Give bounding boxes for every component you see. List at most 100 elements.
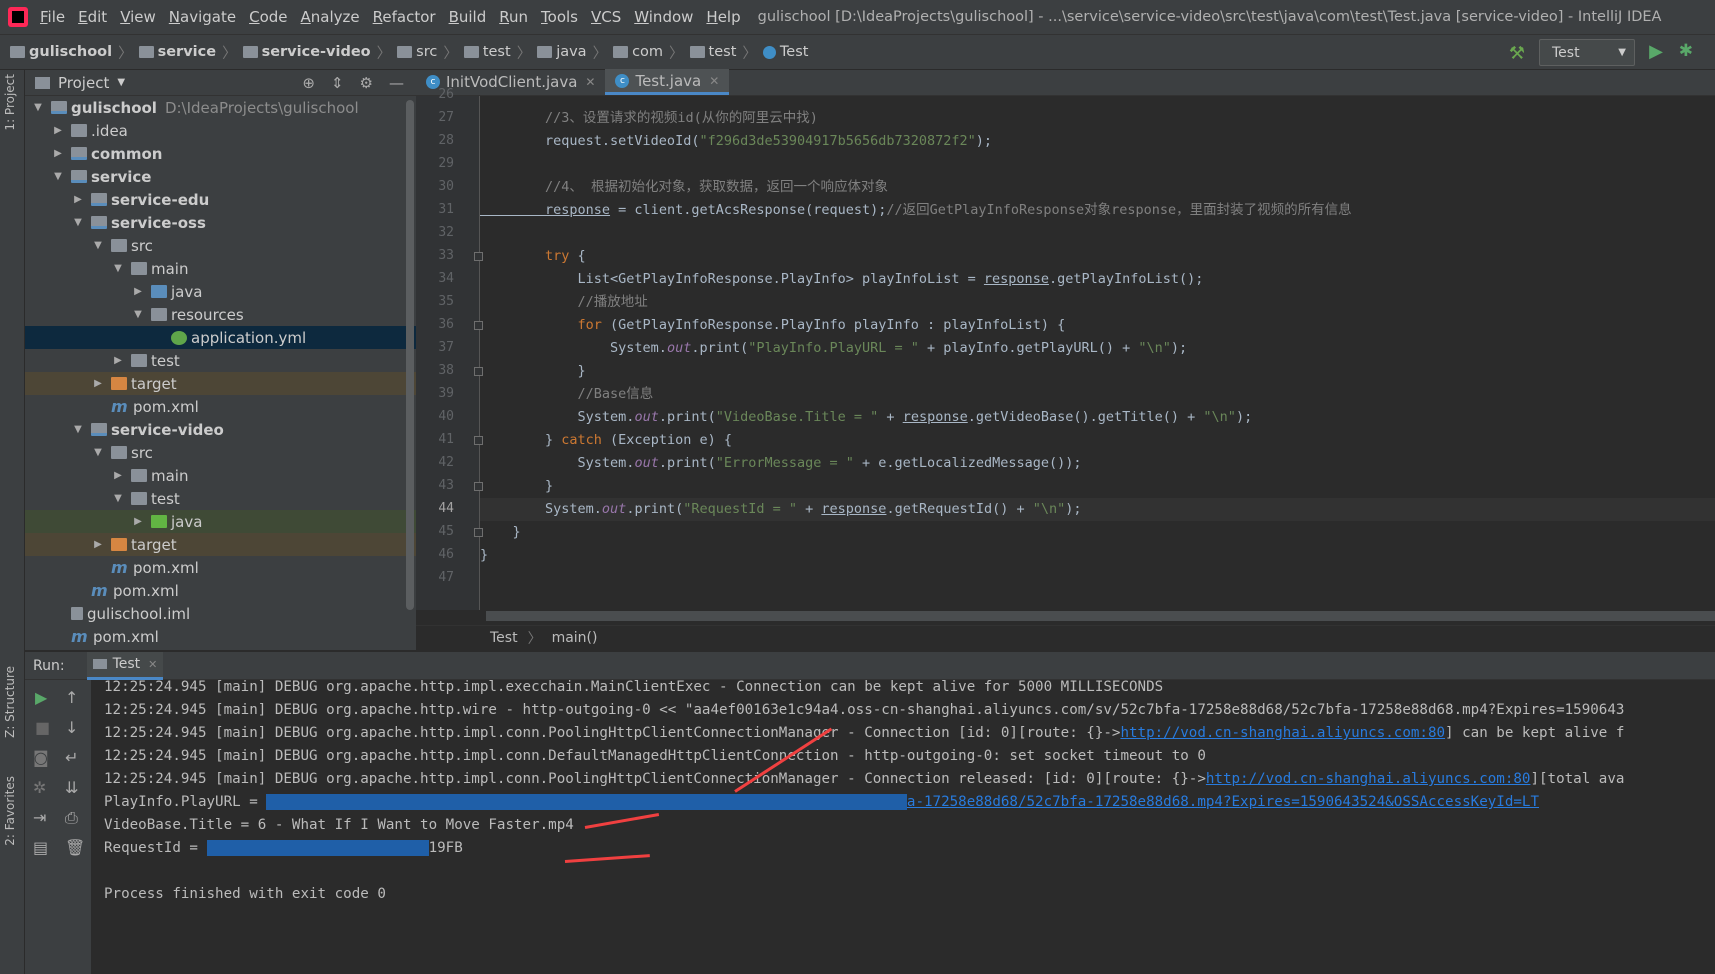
tree-item[interactable]: ▶ common xyxy=(25,142,416,165)
locate-target-icon[interactable]: ⊕ xyxy=(302,74,315,92)
code-line[interactable]: System.out.print("VideoBase.Title = " + … xyxy=(480,406,1253,429)
tree-item[interactable]: ▼ service-oss xyxy=(25,211,416,234)
project-tool-tab[interactable]: 1: Project xyxy=(3,74,17,131)
minimize-icon[interactable]: — xyxy=(389,74,404,92)
tree-item[interactable]: m pom.xml xyxy=(25,395,416,418)
camera-icon[interactable]: ◙ xyxy=(33,748,49,767)
tree-item[interactable]: m pom.xml xyxy=(25,579,416,602)
menu-item-window[interactable]: Window xyxy=(634,8,693,26)
editor-tab[interactable]: c Test.java ✕ xyxy=(605,69,730,95)
collapse-arrow-icon[interactable]: ▶ xyxy=(91,378,105,389)
tree-item[interactable]: ▼ resources xyxy=(25,303,416,326)
expand-arrow-icon[interactable]: ▼ xyxy=(71,217,85,228)
breadcrumb-item[interactable]: java 〉 xyxy=(537,42,607,63)
soft-wrap-icon[interactable]: ↵ xyxy=(65,748,78,767)
collapse-arrow-icon[interactable]: ▶ xyxy=(91,539,105,550)
console-link[interactable]: http://vod.cn-shanghai.aliyuncs.com:80 xyxy=(1206,771,1531,787)
breadcrumb-item[interactable]: test 〉 xyxy=(689,42,757,63)
gear-icon[interactable]: ⚙ xyxy=(360,74,373,92)
code-line[interactable]: //4、 根据初始化对象，获取数据，返回一个响应体对象 xyxy=(480,176,888,199)
console-link[interactable]: a-17258e88d68/52c7bfa-17258e88d68.mp4?Ex… xyxy=(907,794,1539,810)
tree-item[interactable]: m pom.xml xyxy=(25,625,416,648)
collapse-arrow-icon[interactable]: ▶ xyxy=(111,355,125,366)
chevron-down-icon[interactable]: ▼ xyxy=(117,77,125,88)
breadcrumb-item[interactable]: service-video 〉 xyxy=(242,42,391,63)
collapse-arrow-icon[interactable]: ▶ xyxy=(51,148,65,159)
tree-item[interactable]: ▼ gulischool D:\IdeaProjects\gulischool xyxy=(25,96,416,119)
breadcrumb-item[interactable]: test 〉 xyxy=(463,42,531,63)
code-line[interactable]: //Base信息 xyxy=(480,383,654,406)
rerun-icon[interactable]: ▶ xyxy=(35,688,47,707)
breadcrumb-item[interactable]: service 〉 xyxy=(138,42,237,63)
menu-item-navigate[interactable]: Navigate xyxy=(169,8,236,26)
trash-icon[interactable]: 🗑 xyxy=(65,838,85,857)
menu-item-vcs[interactable]: VCS xyxy=(591,8,621,26)
scroll-to-end-icon[interactable]: ⇊ xyxy=(65,778,78,797)
code-line[interactable]: } xyxy=(480,521,521,544)
collapse-arrow-icon[interactable]: ▶ xyxy=(111,470,125,481)
collapse-arrow-icon[interactable]: ▶ xyxy=(131,516,145,527)
tree-item[interactable]: m pom.xml xyxy=(25,556,416,579)
tree-item[interactable]: ▶ target xyxy=(25,372,416,395)
tree-item[interactable]: ▶ main xyxy=(25,464,416,487)
close-icon[interactable]: ✕ xyxy=(585,75,595,89)
layout-icon[interactable]: ▤ xyxy=(33,838,48,857)
tree-item[interactable]: ▼ test xyxy=(25,487,416,510)
tree-item[interactable]: ▶ .idea xyxy=(25,119,416,142)
menu-item-build[interactable]: Build xyxy=(449,8,487,26)
tree-item[interactable]: ▶ test xyxy=(25,349,416,372)
menu-item-tools[interactable]: Tools xyxy=(541,8,578,26)
code-line[interactable]: } xyxy=(480,475,553,498)
editor-horizontal-scrollbar[interactable] xyxy=(486,611,1715,621)
run-play-icon[interactable]: ▶ xyxy=(1649,41,1663,62)
code-line[interactable]: } xyxy=(480,360,586,383)
build-hammer-icon[interactable]: ⚒ xyxy=(1509,43,1525,64)
collapse-arrow-icon[interactable]: ▶ xyxy=(131,286,145,297)
code-line[interactable]: for (GetPlayInfoResponse.PlayInfo playIn… xyxy=(480,314,1066,337)
code-line[interactable]: System.out.print("PlayInfo.PlayURL = " +… xyxy=(480,337,1187,360)
tree-item[interactable]: ▶ target xyxy=(25,533,416,556)
breadcrumb-item[interactable]: src 〉 xyxy=(397,42,458,63)
close-icon[interactable]: ✕ xyxy=(148,658,157,671)
expand-arrow-icon[interactable]: ▼ xyxy=(91,447,105,458)
tree-item[interactable]: ▼ service-video xyxy=(25,418,416,441)
exit-icon[interactable]: ⇥ xyxy=(33,808,46,827)
code-breadcrumb-item[interactable]: Test xyxy=(490,630,518,646)
tree-item[interactable]: gulischool.iml xyxy=(25,602,416,625)
code-line[interactable]: response = client.getAcsResponse(request… xyxy=(480,199,1352,222)
breadcrumb-item[interactable]: Test xyxy=(762,42,808,63)
expand-arrow-icon[interactable]: ▼ xyxy=(111,493,125,504)
breadcrumb-item[interactable]: gulischool 〉 xyxy=(10,42,133,63)
code-line[interactable]: System.out.print("ErrorMessage = " + e.g… xyxy=(480,452,1082,475)
collapse-arrow-icon[interactable]: ▶ xyxy=(51,125,65,136)
code-line[interactable]: try { xyxy=(480,245,586,268)
project-scrollbar[interactable] xyxy=(406,100,414,610)
code-line[interactable]: } xyxy=(480,544,488,567)
project-panel-title[interactable]: Project xyxy=(58,74,109,92)
breadcrumb-item[interactable]: com 〉 xyxy=(613,42,684,63)
code-line[interactable]: //3、设置请求的视频id(从你的阿里云中找) xyxy=(480,107,818,130)
run-console[interactable]: 12:25:24.945 [main] DEBUG org.apache.htt… xyxy=(91,680,1715,974)
favorites-tool-tab[interactable]: 2: Favorites xyxy=(3,776,17,846)
tree-item[interactable]: ▼ src xyxy=(25,234,416,257)
stop-icon[interactable]: ■ xyxy=(35,718,50,737)
code-line[interactable]: } catch (Exception e) { xyxy=(480,429,732,452)
menu-item-file[interactable]: File xyxy=(40,8,65,26)
menu-item-view[interactable]: View xyxy=(120,8,156,26)
menu-item-refactor[interactable]: Refactor xyxy=(373,8,436,26)
tree-item[interactable]: ▼ main xyxy=(25,257,416,280)
code-line[interactable]: request.setVideoId("f296d3de53904917b565… xyxy=(480,130,992,153)
expand-arrow-icon[interactable]: ▼ xyxy=(51,171,65,182)
close-icon[interactable]: ✕ xyxy=(709,74,719,88)
expand-arrow-icon[interactable]: ▼ xyxy=(131,309,145,320)
menu-item-analyze[interactable]: Analyze xyxy=(301,8,360,26)
expand-arrow-icon[interactable]: ▼ xyxy=(111,263,125,274)
debug-bug-icon[interactable]: ✱ xyxy=(1679,41,1693,61)
arrow-down-icon[interactable]: ↓ xyxy=(65,718,78,737)
menu-item-help[interactable]: Help xyxy=(706,8,740,26)
tree-item[interactable]: ▼ src xyxy=(25,441,416,464)
tree-item[interactable]: ▼ service xyxy=(25,165,416,188)
expand-arrow-icon[interactable]: ▼ xyxy=(91,240,105,251)
settings-icon[interactable]: ✲ xyxy=(33,778,46,797)
tree-item[interactable]: ▶ service-edu xyxy=(25,188,416,211)
